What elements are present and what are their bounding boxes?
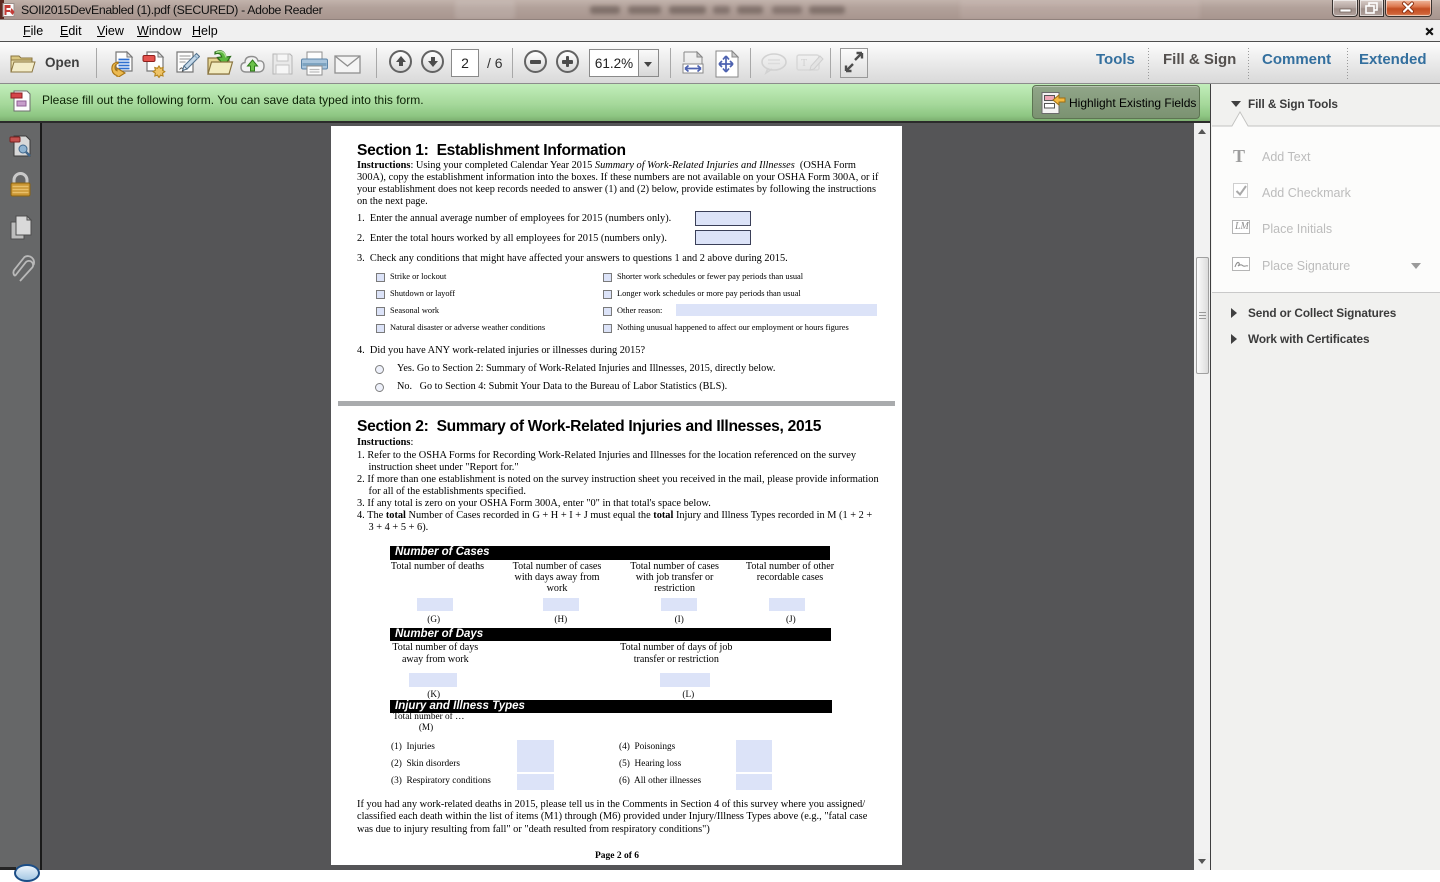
svg-text:T: T xyxy=(801,58,807,69)
